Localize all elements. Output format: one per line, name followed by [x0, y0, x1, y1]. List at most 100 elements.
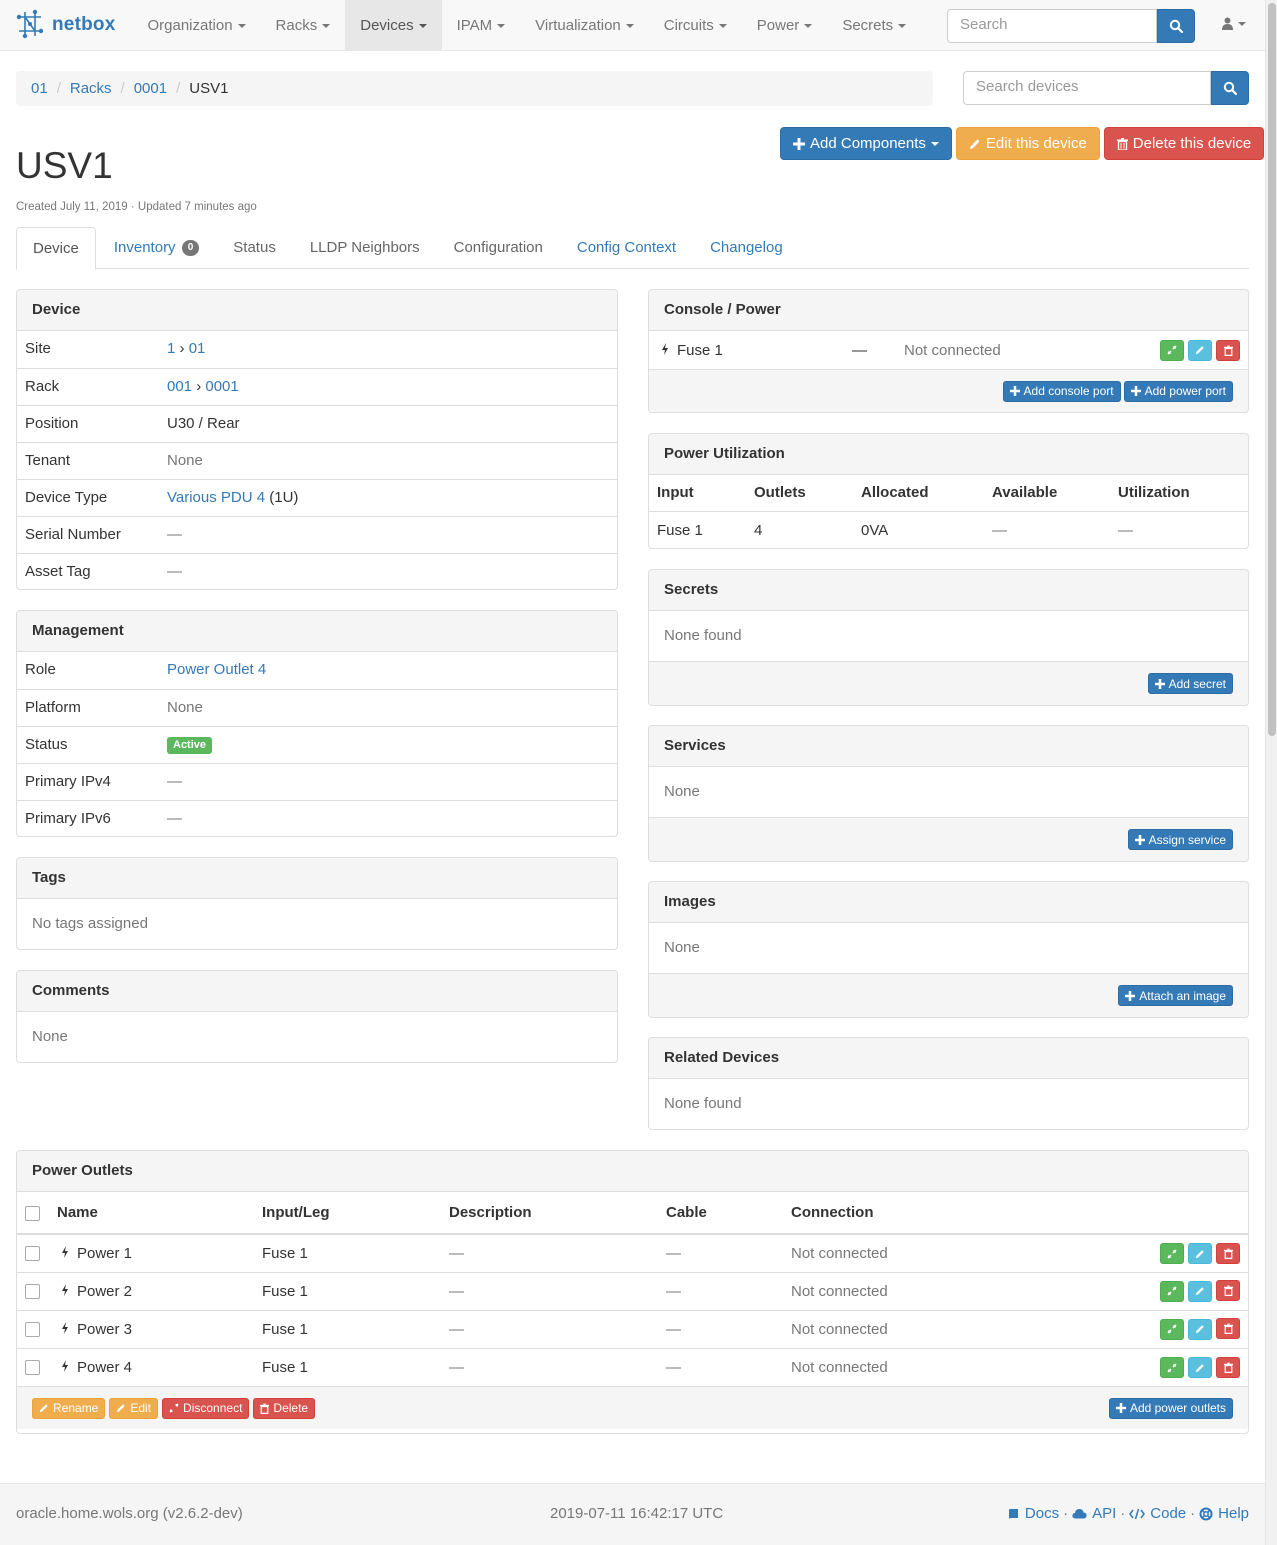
tab-lldp-neighbors[interactable]: LLDP Neighbors: [294, 227, 436, 269]
rack-link[interactable]: 0001: [205, 378, 238, 395]
trash-icon: [1223, 1323, 1233, 1335]
edit-port-button[interactable]: [1188, 339, 1212, 361]
rack-group-link[interactable]: 001: [167, 378, 192, 395]
edit-outlet-button[interactable]: [1188, 1243, 1212, 1264]
docs-link[interactable]: Docs: [1008, 1505, 1059, 1522]
footer-hostname: oracle.home.wols.org (v2.6.2-dev): [16, 1505, 243, 1522]
row-checkbox[interactable]: [25, 1246, 40, 1262]
delete-outlet-button[interactable]: [1216, 1280, 1240, 1302]
tab-config-context[interactable]: Config Context: [561, 227, 692, 269]
breadcrumb-racks[interactable]: Racks: [70, 80, 112, 97]
add-power-port-button[interactable]: Add power port: [1123, 380, 1233, 402]
outlet-connection: Not connected: [783, 1309, 1148, 1348]
api-link[interactable]: API: [1072, 1505, 1116, 1522]
connect-arrows-icon: [1167, 1248, 1177, 1259]
device-search-input[interactable]: Search devices: [963, 71, 1211, 105]
user-menu[interactable]: [1222, 17, 1246, 30]
power-port-name: Fuse 1: [677, 341, 723, 359]
nav-devices[interactable]: Devices: [345, 0, 442, 51]
related-empty: None found: [664, 1095, 742, 1112]
site-link[interactable]: 01: [189, 340, 206, 357]
inventory-count-badge: 0: [181, 240, 200, 257]
nav-virtualization[interactable]: Virtualization: [520, 0, 649, 51]
tab-inventory[interactable]: Inventory 0: [98, 227, 215, 269]
device-type-row: Device Type Various PDU 4 (1U): [17, 479, 617, 516]
rename-selected-button[interactable]: Rename: [32, 1397, 106, 1419]
field-label: Asset Tag: [25, 563, 91, 580]
code-link[interactable]: Code: [1129, 1505, 1186, 1522]
tab-changelog[interactable]: Changelog: [694, 227, 799, 269]
tab-status[interactable]: Status: [217, 227, 292, 269]
region-link[interactable]: 1: [167, 340, 175, 357]
help-link[interactable]: Help: [1199, 1505, 1249, 1522]
global-search-button[interactable]: [1157, 9, 1195, 43]
breadcrumb-rack[interactable]: 0001: [134, 80, 167, 97]
delete-outlet-button[interactable]: [1216, 1242, 1240, 1264]
row-checkbox[interactable]: [25, 1360, 40, 1376]
panel-heading: Related Devices: [649, 1038, 1248, 1079]
nav-power[interactable]: Power: [742, 0, 828, 51]
breadcrumb-separator: /: [56, 80, 61, 97]
edit-outlet-button[interactable]: [1188, 1280, 1212, 1302]
power-port-dash: —: [852, 341, 867, 359]
connect-button[interactable]: [1160, 1280, 1184, 1302]
assign-service-button[interactable]: Assign service: [1127, 829, 1233, 850]
bolt-icon: [661, 342, 669, 359]
edit-outlet-button[interactable]: [1188, 1318, 1212, 1340]
outlet-cable: —: [658, 1347, 783, 1386]
disconnect-selected-button[interactable]: Disconnect: [162, 1397, 250, 1419]
nav-ipam[interactable]: IPAM: [442, 0, 521, 51]
add-console-port-button[interactable]: Add console port: [1002, 380, 1121, 402]
code-icon: [1129, 1508, 1146, 1519]
edit-device-button[interactable]: Edit this device: [955, 127, 1100, 160]
connect-arrows-icon: [1167, 1324, 1177, 1334]
nav-label: Devices: [360, 16, 414, 34]
tab-label: Inventory: [113, 239, 176, 256]
delete-port-button[interactable]: [1216, 339, 1240, 361]
pencil-icon: [1195, 1249, 1204, 1258]
tab-configuration[interactable]: Configuration: [438, 227, 559, 269]
select-all-checkbox[interactable]: [25, 1205, 40, 1221]
add-components-button[interactable]: Add Components: [780, 127, 952, 160]
add-power-outlets-button[interactable]: Add power outlets: [1108, 1397, 1233, 1419]
page-scrollbar[interactable]: [1265, 0, 1277, 1545]
nav-secrets[interactable]: Secrets: [827, 0, 921, 51]
tags-empty: No tags assigned: [32, 915, 148, 932]
breadcrumb-site[interactable]: 01: [31, 80, 48, 97]
connect-button[interactable]: [1160, 1243, 1184, 1264]
nav-organization[interactable]: Organization: [132, 0, 260, 51]
input-cell: Fuse 1: [649, 510, 746, 548]
brand-logo[interactable]: netbox: [15, 0, 115, 51]
delete-outlet-button[interactable]: [1216, 1356, 1240, 1378]
column-header: Utilization: [1118, 484, 1190, 502]
device-search-button[interactable]: [1211, 71, 1249, 105]
edit-selected-button[interactable]: Edit: [109, 1397, 159, 1419]
created-updated-meta: Created July 11, 2019 · Updated 7 minute…: [16, 201, 257, 213]
tab-device[interactable]: Device: [16, 227, 96, 270]
attach-image-button[interactable]: Attach an image: [1118, 985, 1233, 1006]
utilization-cell: —: [1110, 510, 1248, 548]
outlet-connection: Not connected: [783, 1233, 1148, 1272]
chevron-right-icon: ›: [179, 340, 185, 357]
edit-outlet-button[interactable]: [1188, 1357, 1212, 1378]
row-checkbox[interactable]: [25, 1322, 40, 1338]
connect-button[interactable]: [1160, 1318, 1184, 1340]
device-type-link[interactable]: Various PDU 4: [167, 489, 265, 506]
panel-heading: Management: [17, 611, 617, 652]
delete-outlet-button[interactable]: [1216, 1318, 1240, 1340]
connect-button[interactable]: [1160, 1357, 1184, 1378]
connect-button[interactable]: [1160, 339, 1184, 361]
delete-device-button[interactable]: Delete this device: [1103, 127, 1265, 160]
pencil-icon: [1195, 1363, 1204, 1372]
nav-circuits[interactable]: Circuits: [649, 0, 742, 51]
global-search-input[interactable]: Search: [947, 9, 1157, 43]
add-secret-button[interactable]: Add secret: [1147, 673, 1233, 694]
breadcrumb-separator: /: [176, 80, 181, 97]
scrollbar-thumb[interactable]: [1268, 3, 1276, 736]
role-link[interactable]: Power Outlet 4: [167, 661, 266, 678]
nav-racks[interactable]: Racks: [261, 0, 346, 51]
trash-icon: [1223, 1285, 1233, 1297]
row-checkbox[interactable]: [25, 1284, 40, 1300]
delete-selected-button[interactable]: Delete: [253, 1397, 316, 1419]
bolt-icon: [61, 1245, 69, 1262]
